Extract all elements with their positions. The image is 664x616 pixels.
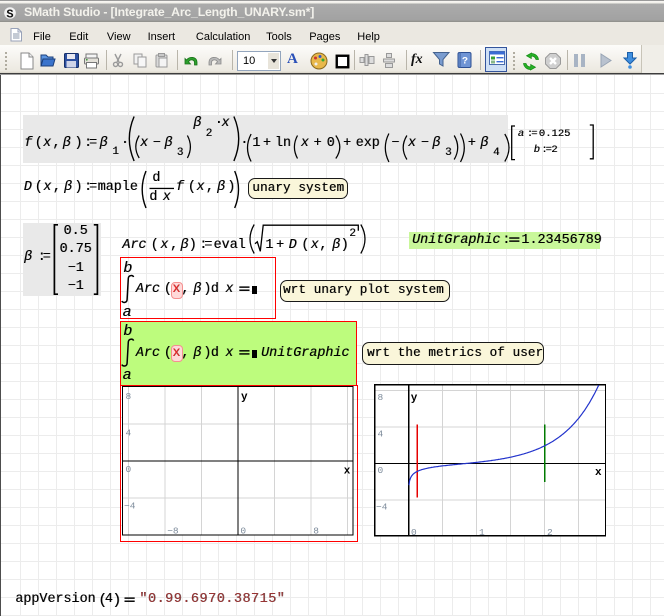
svg-text:4: 4 (126, 428, 132, 439)
svg-text:0: 0 (240, 526, 246, 537)
svg-text:8: 8 (378, 392, 384, 403)
svg-text:0: 0 (378, 465, 384, 476)
svg-text:x: x (344, 465, 351, 477)
svg-text:2: 2 (547, 527, 553, 538)
svg-text:−4: −4 (376, 501, 388, 512)
svg-text:0: 0 (411, 527, 417, 538)
svg-text:−4: −4 (124, 501, 136, 512)
svg-text:4: 4 (378, 428, 384, 439)
svg-text:1: 1 (479, 527, 485, 538)
svg-text:8: 8 (313, 526, 319, 537)
svg-text:0: 0 (126, 464, 132, 475)
svg-text:y: y (241, 392, 248, 404)
svg-text:x: x (595, 467, 602, 479)
svg-text:−8: −8 (167, 526, 179, 537)
svg-text:y: y (411, 393, 418, 405)
svg-text:8: 8 (126, 391, 132, 402)
